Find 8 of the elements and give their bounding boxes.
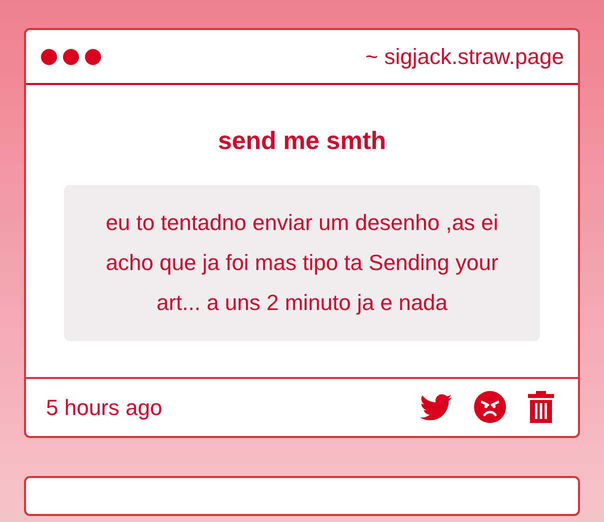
window-dots-icon bbox=[40, 48, 102, 66]
twitter-bird-icon[interactable] bbox=[420, 394, 452, 420]
angry-face-icon[interactable] bbox=[474, 391, 506, 423]
trash-icon[interactable] bbox=[528, 391, 554, 423]
message-time: 5 hours ago bbox=[46, 394, 162, 422]
page-address: ~ sigjack.straw.page bbox=[365, 43, 564, 71]
message-title: send me smth bbox=[218, 126, 386, 157]
message-body: eu to tentadno enviar um desenho ,as ei acho que ja foi mas tipo ta Sending your art... a uns 2 minuto ja e nada bbox=[64, 184, 540, 340]
